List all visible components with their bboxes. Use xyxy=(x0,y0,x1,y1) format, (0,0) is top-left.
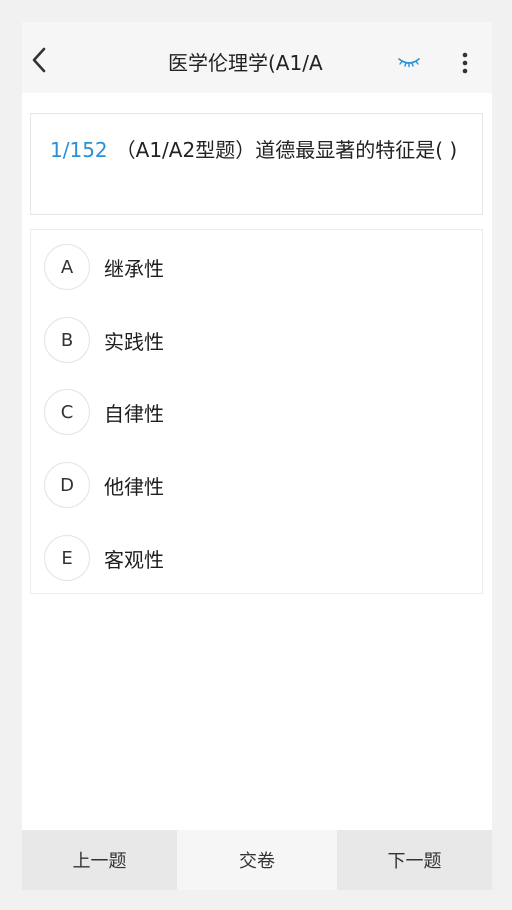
options-list: A 继承性 B 实践性 C 自律性 D 他律性 E 客观性 xyxy=(30,229,483,594)
option-e[interactable]: E 客观性 xyxy=(31,528,482,588)
page-title: 医学伦理学(A1/A xyxy=(168,51,323,75)
option-text: 自律性 xyxy=(104,401,164,426)
option-b[interactable]: B 实践性 xyxy=(31,310,482,370)
question-index: 1/152 xyxy=(50,138,108,162)
submit-exam-button[interactable]: 交卷 xyxy=(177,830,337,890)
exam-screen: 医学伦理学(A1/A 1/152 （A1/A2型题）道德最显著的特征是( ) A xyxy=(22,22,492,890)
option-text: 他律性 xyxy=(104,474,164,499)
more-vertical-icon xyxy=(462,52,468,74)
option-d[interactable]: D 他律性 xyxy=(31,455,482,515)
more-options-button[interactable] xyxy=(452,48,478,78)
back-button[interactable] xyxy=(24,40,54,80)
option-text: 实践性 xyxy=(104,329,164,354)
option-text: 继承性 xyxy=(104,256,164,281)
option-letter-badge: D xyxy=(44,462,90,508)
option-a[interactable]: A 继承性 xyxy=(31,237,482,297)
top-bar: 医学伦理学(A1/A xyxy=(22,22,492,93)
option-letter-badge: E xyxy=(44,535,90,581)
option-letter-badge: B xyxy=(44,317,90,363)
option-letter-badge: A xyxy=(44,244,90,290)
question-card: 1/152 （A1/A2型题）道德最显著的特征是( ) xyxy=(30,113,483,215)
bottom-nav-bar: 上一题 交卷 下一题 xyxy=(22,830,492,890)
question-text: （A1/A2型题）道德最显著的特征是( ) xyxy=(115,138,458,162)
closed-eye-icon xyxy=(398,58,420,68)
option-letter-badge: C xyxy=(44,389,90,435)
eye-toggle-button[interactable] xyxy=(396,48,422,74)
next-question-button[interactable]: 下一题 xyxy=(337,830,492,890)
chevron-left-icon xyxy=(32,47,46,73)
prev-question-button[interactable]: 上一题 xyxy=(22,830,177,890)
option-c[interactable]: C 自律性 xyxy=(31,382,482,442)
option-text: 客观性 xyxy=(104,547,164,572)
